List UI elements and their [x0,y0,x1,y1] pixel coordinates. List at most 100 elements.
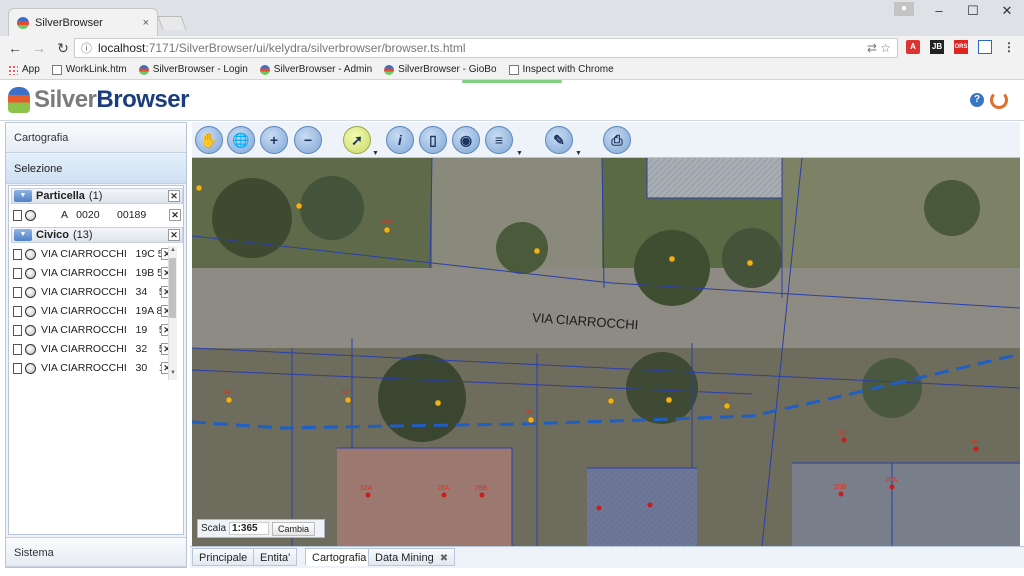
browser-tab[interactable]: SilverBrowser × [8,8,158,36]
map-marker[interactable] [527,416,535,424]
ors-extension-icon[interactable]: ORS [954,40,968,54]
document-icon[interactable] [13,209,22,221]
full-extent-globe-icon[interactable]: 🌐 [227,126,255,154]
map-marker[interactable] [344,396,352,404]
map-marker[interactable] [607,397,615,405]
globe-icon[interactable] [25,343,36,355]
bookmark-login[interactable]: SilverBrowser - Login [138,64,248,75]
select-arrow-icon[interactable]: ➚ [343,126,371,154]
scrollbar-thumb[interactable] [169,258,176,318]
measure-dropdown-icon[interactable]: ▼ [516,150,523,157]
document-icon[interactable] [13,324,22,336]
list-item[interactable]: VIA CIARROCCHI 19 5 ✕ [11,322,173,338]
map-view[interactable]: VIA CIARROCCHI 19A 34 32 28 22 28 16 32A… [192,158,1020,546]
map-marker[interactable] [596,505,602,511]
help-icon[interactable]: ? [970,93,984,107]
address-bar[interactable]: ⓘ localhost:7171/SilverBrowser/ui/kelydr… [74,38,898,58]
tab-entita[interactable]: Entita' [253,548,298,566]
scale-input[interactable]: 1:365 [229,522,270,535]
globe-icon[interactable] [25,286,36,298]
binoculars-icon[interactable]: ◉ [452,126,480,154]
group-particella[interactable]: ▼ Particella (1) ✕ [11,188,183,204]
print-icon[interactable]: ⎙ [603,126,631,154]
list-item[interactable]: VIA CIARROCCHI 30 1 ✕ [11,360,173,376]
scale-change-button[interactable]: Cambia [272,521,316,536]
list-item[interactable]: VIA CIARROCCHI 32 5 ✕ [11,341,173,357]
map-marker[interactable] [441,492,447,498]
bookmark-admin[interactable]: SilverBrowser - Admin [259,64,372,75]
reload-icon[interactable]: ↻ [54,40,72,57]
map-marker[interactable] [383,226,391,234]
logout-icon[interactable] [990,91,1008,109]
forward-icon[interactable]: → [30,40,48,56]
collapse-toggle-icon[interactable]: ▼ [14,229,32,241]
remove-group-icon[interactable]: ✕ [168,229,180,241]
map-marker[interactable] [365,492,371,498]
globe-icon[interactable] [25,362,36,374]
map-marker[interactable] [746,259,754,267]
map-marker[interactable] [225,396,233,404]
document-icon[interactable] [13,343,22,355]
bookmark-giobo[interactable]: SilverBrowser - GioBo [384,64,497,75]
list-item[interactable]: VIA CIARROCCHI 34 5 ✕ [11,284,173,300]
map-marker[interactable] [434,399,442,407]
close-tab-icon[interactable]: ✖ [440,553,448,564]
list-item[interactable]: VIA CIARROCCHI 19C 5 ✕ [11,246,173,262]
menu-icon[interactable]: ⋮ [1002,40,1016,54]
pan-hand-icon[interactable]: ✋ [195,126,223,154]
list-item[interactable]: VIA CIARROCCHI 19A 8 ✕ [11,303,173,319]
map-marker[interactable] [665,396,673,404]
translate-bookmark-icons[interactable]: ⇄ ☆ [867,41,891,55]
back-icon[interactable]: ← [6,40,24,56]
scroll-down-icon[interactable]: ▼ [170,370,176,376]
bookmark-inspect[interactable]: Inspect with Chrome [508,64,614,75]
document-icon[interactable] [13,248,22,260]
new-tab-button[interactable] [157,16,187,30]
section-cartografia[interactable]: Cartografia [6,123,186,153]
globe-icon[interactable] [25,248,36,260]
map-marker[interactable] [973,446,979,452]
bookmark-app[interactable]: App [8,64,40,75]
globe-icon[interactable] [25,324,36,336]
zoom-out-icon[interactable]: − [294,126,322,154]
collapse-toggle-icon[interactable]: ▼ [14,190,32,202]
group-civico[interactable]: ▼ Civico (13) ✕ [11,227,183,243]
list-item[interactable]: A 0020 00189 ✕ [11,207,183,223]
bookmark-worklink[interactable]: WorkLink.htm [51,64,127,75]
map-canvas[interactable]: VIA CIARROCCHI 19A 34 32 28 22 28 16 32A… [192,158,1020,546]
scroll-up-icon[interactable]: ▲ [170,247,176,253]
measure-ruler-icon[interactable]: ≡ [485,126,513,154]
globe-icon[interactable] [25,267,36,279]
info-tool-icon[interactable]: i [386,126,414,154]
zoom-in-icon[interactable]: + [260,126,288,154]
tab-close-icon[interactable]: × [143,17,149,29]
globe-icon[interactable] [25,305,36,317]
remove-item-icon[interactable]: ✕ [169,209,181,221]
draw-dropdown-icon[interactable]: ▼ [575,150,582,157]
section-sistema[interactable]: Sistema [6,537,186,567]
jb-extension-icon[interactable]: JB [930,40,944,54]
user-profile-icon[interactable]: ● [894,2,914,16]
minimize-icon[interactable]: – [922,0,956,22]
globe-icon[interactable] [25,209,36,221]
map-marker[interactable] [838,491,844,497]
select-dropdown-icon[interactable]: ▼ [372,150,379,157]
tab-cartografia[interactable]: Cartografia [305,548,374,566]
map-marker[interactable] [295,202,303,210]
map-marker[interactable] [195,184,203,192]
map-marker[interactable] [668,255,676,263]
close-window-icon[interactable]: ✕ [990,0,1024,22]
cast-extension-icon[interactable] [978,40,992,54]
maximize-icon[interactable]: ☐ [956,0,990,22]
info-icon[interactable]: ⓘ [81,40,92,56]
remove-group-icon[interactable]: ✕ [168,190,180,202]
map-marker[interactable] [723,402,731,410]
map-marker[interactable] [889,484,895,490]
document-icon[interactable] [13,362,22,374]
list-item[interactable]: VIA CIARROCCHI 19B 5 ✕ [11,265,173,281]
map-marker[interactable] [479,492,485,498]
adobe-extension-icon[interactable]: A [906,40,920,54]
map-marker[interactable] [533,247,541,255]
tab-principale[interactable]: Principale [192,548,255,566]
document-icon[interactable] [13,286,22,298]
